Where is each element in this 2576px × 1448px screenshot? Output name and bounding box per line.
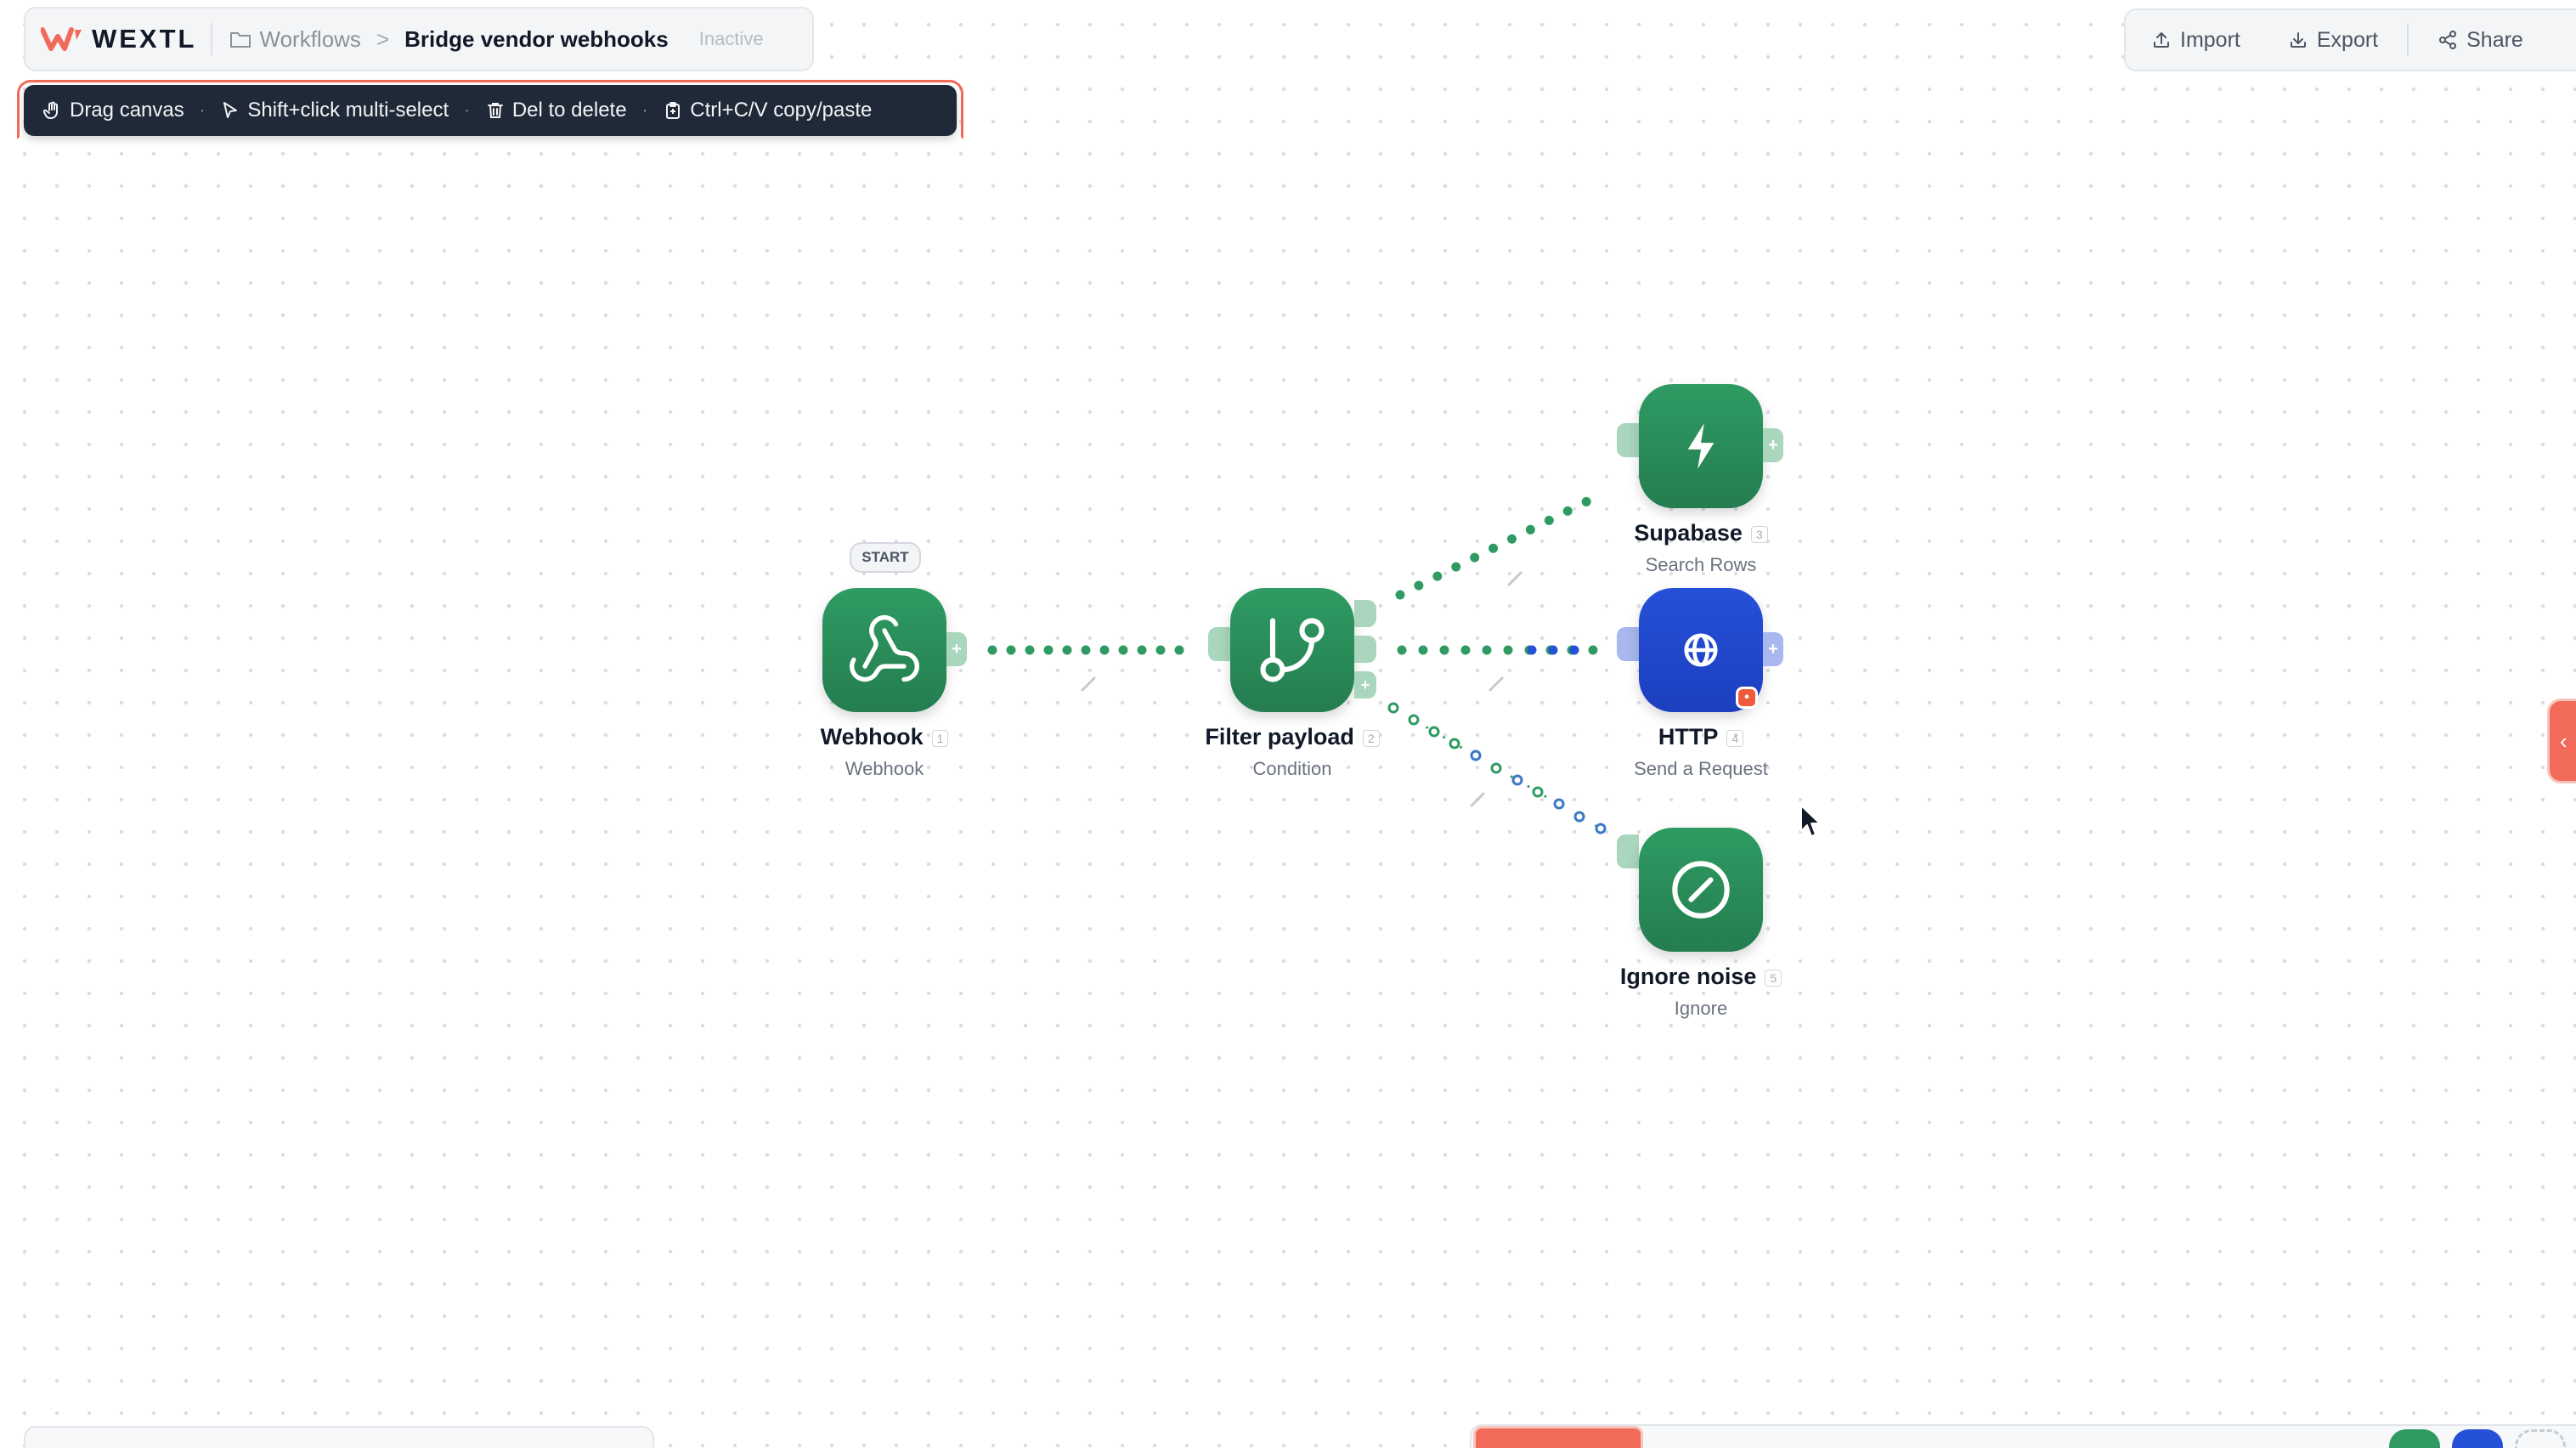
node-error-indicator[interactable]: • bbox=[1736, 687, 1758, 709]
node-input-handle[interactable] bbox=[1208, 627, 1230, 661]
bolt-icon bbox=[1687, 423, 1715, 469]
node-webhook[interactable]: + Webhook 1 Webhook bbox=[821, 588, 967, 779]
node-filter-body[interactable] bbox=[1230, 588, 1354, 712]
chevron-left-icon: ‹ bbox=[2560, 727, 2568, 754]
start-badge: START bbox=[850, 542, 921, 573]
node-index: 5 bbox=[1765, 969, 1782, 987]
bottom-left-toolbar bbox=[24, 1426, 654, 1448]
slash-circle-icon bbox=[1672, 861, 1730, 919]
branch-icon bbox=[1260, 618, 1325, 682]
node-input-handle[interactable] bbox=[1617, 423, 1639, 457]
globe-icon bbox=[1684, 633, 1718, 667]
node-index: 1 bbox=[931, 729, 949, 747]
condition-output-handle[interactable] bbox=[1354, 600, 1376, 627]
node-output-handle[interactable]: + bbox=[1763, 632, 1783, 666]
node-index: 2 bbox=[1362, 729, 1380, 747]
edge-edit-icon[interactable] bbox=[1081, 676, 1096, 692]
node-input-handle[interactable] bbox=[1617, 834, 1639, 868]
bottom-primary-tab[interactable] bbox=[1473, 1426, 1643, 1448]
edge-edit-icon[interactable] bbox=[1507, 571, 1522, 586]
condition-add-output-handle[interactable]: + bbox=[1354, 671, 1376, 699]
node-supabase-body[interactable] bbox=[1639, 384, 1763, 508]
node-subtitle: Webhook bbox=[845, 758, 924, 779]
node-input-handle[interactable] bbox=[1617, 627, 1639, 661]
minimap-blue-node[interactable] bbox=[2452, 1429, 2503, 1448]
minimap-green-node[interactable] bbox=[2389, 1429, 2440, 1448]
minimap-add-node[interactable] bbox=[2515, 1429, 2566, 1448]
node-ignore-noise[interactable]: Ignore noise 5 Ignore bbox=[1617, 828, 1782, 1019]
side-panel-toggle[interactable]: ‹ bbox=[2547, 699, 2576, 783]
node-webhook-body[interactable] bbox=[822, 588, 946, 712]
edge-edit-icon[interactable] bbox=[1470, 792, 1485, 807]
node-supabase[interactable]: + Supabase 3 Search Rows bbox=[1617, 384, 1783, 575]
node-filter-payload[interactable]: Filter payload 2 Condition bbox=[1205, 588, 1380, 779]
edge-filter-to-supabase[interactable] bbox=[1395, 493, 1599, 600]
node-index: 4 bbox=[1726, 729, 1744, 747]
node-http[interactable]: + • HTTP 4 Send a Request bbox=[1617, 588, 1783, 779]
node-title: Ignore noise 5 bbox=[1537, 964, 1865, 990]
node-title: Filter payload 2 bbox=[1128, 724, 1456, 750]
node-ignore-body[interactable] bbox=[1639, 828, 1763, 952]
node-output-handle[interactable]: + bbox=[946, 632, 967, 666]
node-output-handle[interactable]: + bbox=[1763, 428, 1783, 462]
node-subtitle: Send a Request bbox=[1634, 758, 1768, 779]
condition-output-handles: + bbox=[1354, 600, 1376, 705]
condition-output-handle[interactable] bbox=[1354, 636, 1376, 663]
node-title: Webhook 1 bbox=[720, 724, 1048, 750]
mouse-cursor-icon bbox=[1800, 805, 1821, 837]
node-title: HTTP 4 bbox=[1537, 724, 1865, 750]
webhook-icon bbox=[849, 615, 919, 682]
node-subtitle: Search Rows bbox=[1645, 554, 1757, 575]
node-title: Supabase 3 bbox=[1537, 520, 1865, 546]
edge-edit-icon[interactable] bbox=[1489, 676, 1504, 692]
node-subtitle: Condition bbox=[1252, 758, 1332, 779]
node-subtitle: Ignore bbox=[1674, 998, 1728, 1019]
node-index: 3 bbox=[1750, 525, 1768, 543]
